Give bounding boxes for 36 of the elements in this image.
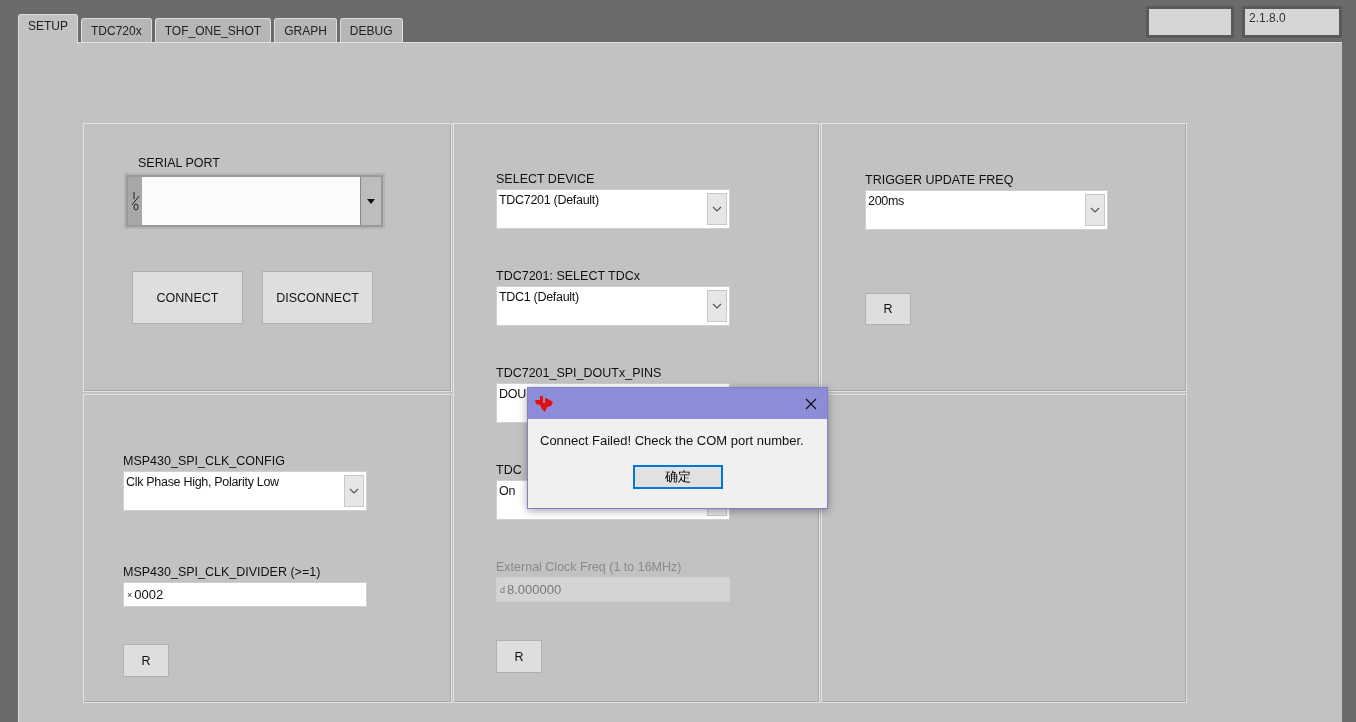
- field-label: SELECT DEVICE: [496, 172, 595, 186]
- caret-down-icon: [367, 198, 375, 204]
- version-field: 2.1.8.0: [1242, 6, 1342, 38]
- field-label: MSP430_SPI_CLK_DIVIDER (>=1): [123, 565, 321, 579]
- field-label: External Clock Freq (1 to 16MHz): [496, 560, 682, 574]
- chevron-down-icon: [712, 206, 722, 212]
- field-label: TDC: [496, 463, 522, 477]
- reset-button[interactable]: R: [496, 640, 542, 673]
- serial-port-dropdown[interactable]: [124, 173, 385, 229]
- field-label: TDC7201: SELECT TDCx: [496, 269, 641, 283]
- dialog-message: Connect Failed! Check the COM port number.: [539, 432, 805, 448]
- chevron-down-icon: [1090, 207, 1100, 213]
- ok-button[interactable]: 确定: [632, 465, 723, 489]
- close-icon[interactable]: [805, 397, 817, 410]
- reset-button[interactable]: R: [865, 293, 911, 325]
- reset-button[interactable]: R: [123, 644, 169, 677]
- io-icon: [130, 191, 140, 211]
- field-label: SERIAL PORT: [138, 156, 220, 170]
- tab[interactable]: TOF_ONE_SHOT: [154, 18, 272, 42]
- tab[interactable]: TDC720x: [81, 18, 152, 42]
- dropdown[interactable]: Clk Phase High, Polarity Low: [123, 471, 367, 511]
- connect-button[interactable]: CONNECT: [132, 271, 243, 324]
- chevron-down-icon: [712, 303, 722, 309]
- numeric-field[interactable]: ×0002: [123, 582, 367, 607]
- dropdown[interactable]: TDC1 (Default): [496, 286, 730, 326]
- tab[interactable]: GRAPH: [274, 18, 337, 42]
- dropdown[interactable]: TDC7201 (Default): [496, 189, 730, 229]
- field-label: MSP430_SPI_CLK_CONFIG: [123, 454, 285, 468]
- chevron-down-icon: [349, 488, 359, 494]
- field-label: TRIGGER UPDATE FREQ: [865, 173, 1014, 187]
- logo-icon: [534, 394, 554, 413]
- connect-button[interactable]: DISCONNECT: [262, 271, 373, 324]
- tab[interactable]: SETUP: [18, 14, 78, 44]
- tab[interactable]: DEBUG: [339, 18, 403, 42]
- dropdown[interactable]: 200ms: [865, 190, 1108, 230]
- field-label: TDC7201_SPI_DOUTx_PINS: [496, 366, 662, 380]
